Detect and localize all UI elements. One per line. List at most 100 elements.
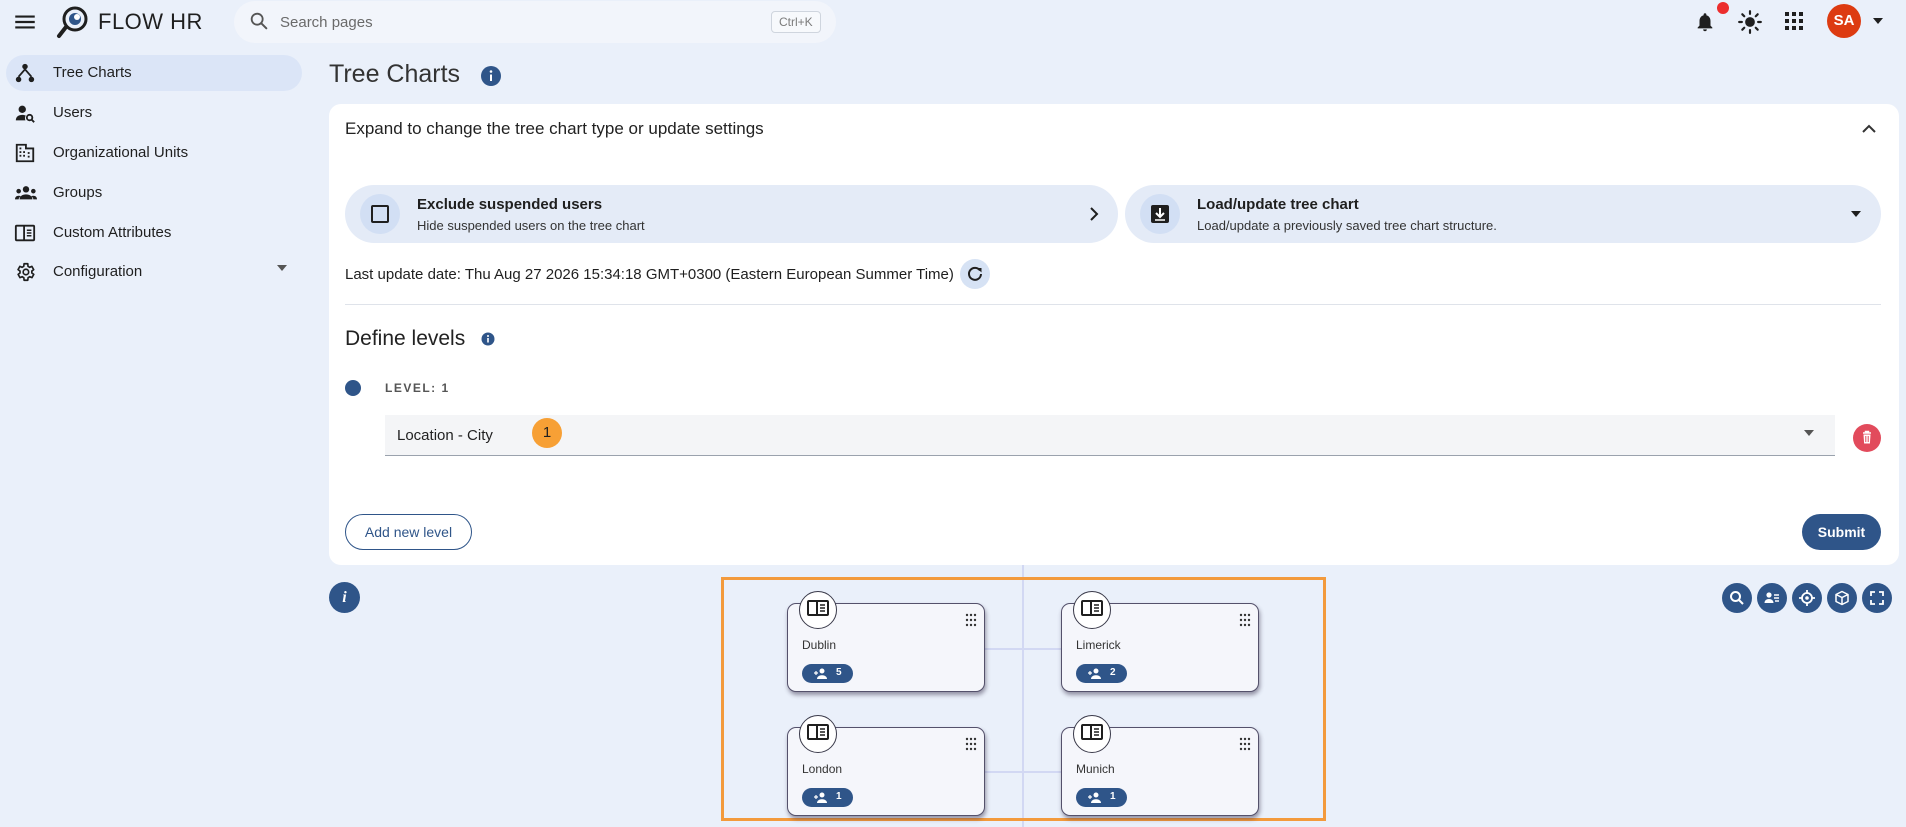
tree-chart-icon (14, 62, 36, 84)
crosshair-icon (1799, 590, 1815, 606)
chevron-right-icon (1086, 206, 1102, 222)
node-details-icon[interactable] (1073, 715, 1111, 753)
member-count-badge[interactable]: 5 (802, 664, 853, 683)
expand-settings-text[interactable]: Expand to change the tree chart type or … (345, 119, 764, 139)
member-count: 5 (836, 667, 842, 678)
avatar[interactable]: SA (1827, 4, 1861, 38)
tree-node[interactable]: Munich 1 (1061, 715, 1259, 816)
app-title: FLOW HR (98, 9, 203, 34)
search-icon (1730, 591, 1744, 605)
search-icon (248, 10, 270, 32)
chart-info-button[interactable]: i (329, 582, 360, 613)
checkbox[interactable] (360, 194, 400, 234)
load-tree-chart-option[interactable]: Load/update tree chart Load/update a pre… (1125, 185, 1881, 243)
fullscreen-button[interactable] (1862, 583, 1892, 613)
exclude-suspended-option[interactable]: Exclude suspended users Hide suspended u… (345, 185, 1118, 243)
page-title: Tree Charts (329, 60, 461, 88)
node-name: London (802, 762, 843, 776)
level-select-value: Location - City (397, 427, 493, 444)
add-user-icon (814, 792, 827, 803)
member-count-badge[interactable]: 1 (1076, 788, 1127, 807)
define-levels-title: Define levels (345, 327, 466, 350)
sidebar-item-groups[interactable]: Groups (6, 175, 302, 211)
node-details-icon[interactable] (799, 591, 837, 629)
info-icon[interactable] (481, 332, 495, 346)
3d-view-button[interactable] (1827, 583, 1857, 613)
add-user-icon (814, 668, 827, 679)
sidebar-item-label: Tree Charts (53, 64, 132, 81)
notification-dot (1717, 2, 1729, 14)
sidebar-item-organizational-units[interactable]: Organizational Units (6, 135, 302, 171)
apps-grid-icon[interactable] (1784, 11, 1804, 31)
download-icon (1140, 194, 1180, 234)
add-user-icon (1088, 668, 1101, 679)
drag-handle-icon[interactable] (965, 737, 977, 751)
settings-card (329, 104, 1899, 565)
member-count-badge[interactable]: 1 (802, 788, 853, 807)
building-icon (14, 142, 36, 164)
notifications-icon[interactable] (1694, 10, 1716, 34)
option-title: Load/update tree chart (1197, 196, 1359, 213)
node-details-icon[interactable] (799, 715, 837, 753)
step-badge: 1 (532, 418, 562, 448)
attributes-icon (14, 222, 36, 244)
search-node-button[interactable] (1722, 583, 1752, 613)
delete-level-button[interactable] (1853, 424, 1881, 452)
sidebar-item-tree-charts[interactable]: Tree Charts (6, 55, 302, 91)
drag-handle-icon[interactable] (1239, 613, 1251, 627)
fullscreen-icon (1870, 591, 1884, 605)
user-search-icon (14, 102, 36, 124)
center-chart-button[interactable] (1792, 583, 1822, 613)
level-label: LEVEL: 1 (385, 381, 450, 395)
level-marker (345, 380, 361, 396)
last-update-date: Last update date: Thu Aug 27 2026 15:34:… (345, 266, 954, 283)
sidebar-item-label: Organizational Units (53, 144, 189, 161)
sidebar-item-label: Users (53, 104, 93, 121)
chevron-down-icon (276, 264, 288, 272)
submit-button[interactable]: Submit (1802, 514, 1881, 550)
option-subtitle: Load/update a previously saved tree char… (1197, 218, 1497, 233)
trash-icon (1863, 430, 1871, 444)
chevron-down-icon (1850, 210, 1862, 218)
add-new-level-button[interactable]: Add new level (345, 514, 472, 550)
option-subtitle: Hide suspended users on the tree chart (417, 218, 645, 233)
tree-node[interactable]: Dublin 5 (787, 591, 985, 692)
sidebar-item-custom-attributes[interactable]: Custom Attributes (6, 215, 302, 251)
logo-icon (56, 4, 92, 40)
node-name: Limerick (1076, 638, 1121, 652)
sidebar-item-label: Configuration (53, 263, 143, 280)
drag-handle-icon[interactable] (1239, 737, 1251, 751)
sidebar-item-label: Custom Attributes (53, 224, 172, 241)
menu-icon[interactable] (12, 9, 38, 35)
tree-node[interactable]: Limerick 2 (1061, 591, 1259, 692)
chevron-down-icon[interactable] (1803, 429, 1815, 437)
sidebar-item-configuration[interactable]: Configuration (6, 254, 302, 290)
info-icon[interactable] (480, 65, 502, 87)
user-details-icon (1764, 592, 1779, 603)
member-count: 2 (1110, 667, 1116, 678)
option-title: Exclude suspended users (417, 196, 603, 213)
node-name: Munich (1076, 762, 1115, 776)
groups-icon (14, 182, 38, 204)
level-select[interactable] (385, 415, 1835, 456)
search-shortcut: Ctrl+K (771, 11, 821, 33)
add-user-icon (1088, 792, 1101, 803)
drag-handle-icon[interactable] (965, 613, 977, 627)
tree-node[interactable]: London 1 (787, 715, 985, 816)
user-details-button[interactable] (1757, 583, 1787, 613)
divider (345, 304, 1881, 305)
search-input[interactable] (280, 8, 740, 36)
member-count: 1 (836, 791, 842, 802)
chevron-down-icon[interactable] (1872, 17, 1884, 25)
cube-icon (1835, 590, 1849, 606)
theme-toggle-icon[interactable] (1737, 9, 1763, 35)
chevron-up-icon[interactable] (1859, 119, 1879, 139)
gear-icon (14, 261, 36, 283)
member-count-badge[interactable]: 2 (1076, 664, 1127, 683)
refresh-icon[interactable] (960, 259, 990, 289)
member-count: 1 (1110, 791, 1116, 802)
sidebar-item-users[interactable]: Users (6, 95, 302, 131)
node-details-icon[interactable] (1073, 591, 1111, 629)
sidebar-item-label: Groups (53, 184, 103, 201)
node-name: Dublin (802, 638, 837, 652)
